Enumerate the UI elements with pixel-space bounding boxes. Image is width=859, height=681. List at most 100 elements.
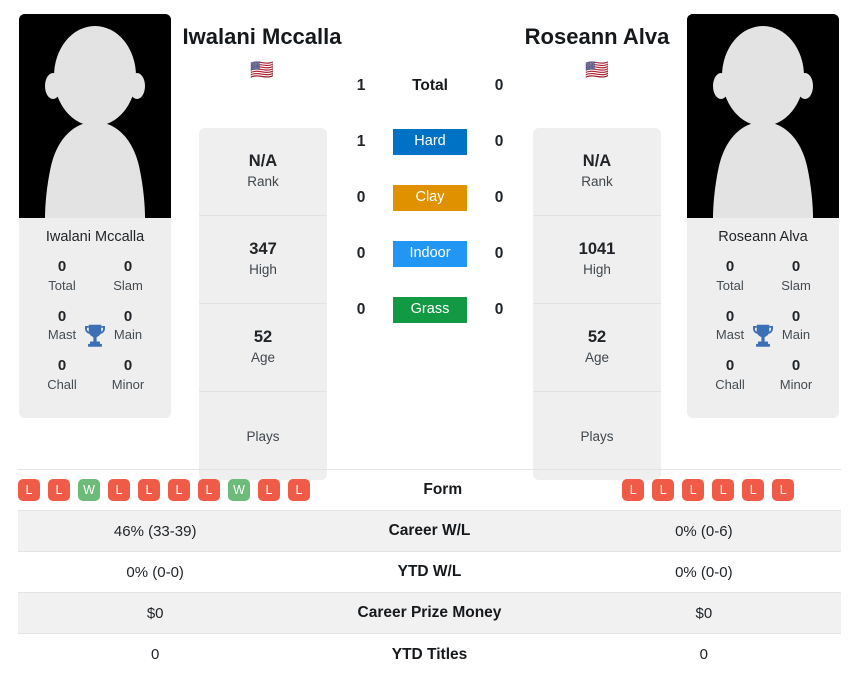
page-title-left: Iwalani Mccalla xyxy=(182,24,342,49)
comparison-header: Iwalani Mccalla 0 Total 0 Slam 0 Mast 0 … xyxy=(0,0,859,480)
comparison-table: LLWLLLLWLL Form LLLLLL 46% (33-39) Caree… xyxy=(18,469,841,675)
form-badge-loss[interactable]: L xyxy=(622,479,645,501)
title-stat: 0 Minor xyxy=(95,354,161,404)
surface-badge-hard[interactable]: Hard xyxy=(393,128,467,156)
trophy-icon xyxy=(748,321,778,351)
h2h-row-hard: 1 Hard 0 xyxy=(340,114,520,170)
stat-label: High xyxy=(249,262,277,278)
title-label: Minor xyxy=(111,377,145,393)
form-badge-loss[interactable]: L xyxy=(258,479,280,501)
row-left-value: 0% (0-0) xyxy=(126,563,184,581)
stat-item: 1041 High xyxy=(533,216,661,304)
table-row: 0 YTD Titles 0 xyxy=(18,634,841,675)
titles-grid-left: 0 Total 0 Slam 0 Mast 0 Main 0 Chall 0 M… xyxy=(19,255,171,418)
title-stat: 0 Chall xyxy=(697,354,763,404)
form-badge-loss[interactable]: L xyxy=(198,479,220,501)
avatar-left xyxy=(19,14,171,218)
surface-badge-indoor[interactable]: Indoor xyxy=(393,240,467,268)
stat-column-left: N/A Rank 347 High 52 Age Plays xyxy=(199,128,327,480)
stat-column-right: N/A Rank 1041 High 52 Age Plays xyxy=(533,128,661,480)
title-value: 0 xyxy=(123,357,133,375)
title-value: 0 xyxy=(725,357,735,375)
title-stat: 0 Total xyxy=(29,255,95,305)
stat-item: 52 Age xyxy=(199,304,327,392)
stat-item: 347 High xyxy=(199,216,327,304)
title-label: Total xyxy=(716,277,744,293)
h2h-right-count: 0 xyxy=(494,189,504,206)
surface-badge-grass[interactable]: Grass xyxy=(393,296,467,324)
player-card-name-right: Roseann Alva xyxy=(687,218,839,255)
table-row: $0 Career Prize Money $0 xyxy=(18,593,841,634)
trophy-icon xyxy=(80,321,110,351)
row-label: Career W/L xyxy=(388,522,471,539)
stat-label: Plays xyxy=(246,428,280,444)
avatar-right xyxy=(687,14,839,218)
h2h-center: Clay xyxy=(382,184,478,212)
h2h-right-count: 0 xyxy=(494,77,504,94)
row-left-value: $0 xyxy=(146,604,164,622)
form-badge-loss[interactable]: L xyxy=(138,479,160,501)
row-right-value: 0 xyxy=(699,646,708,663)
player-card-left[interactable]: Iwalani Mccalla 0 Total 0 Slam 0 Mast 0 … xyxy=(19,14,171,418)
title-value: 0 xyxy=(123,258,133,275)
flag-icon-right: 🇺🇸 xyxy=(585,60,609,81)
stat-label: Rank xyxy=(247,174,279,190)
surface-badge-clay[interactable]: Clay xyxy=(393,184,467,212)
form-badge-loss[interactable]: L xyxy=(772,479,795,501)
form-badges-left: LLWLLLLWLL xyxy=(18,473,310,507)
title-value: 0 xyxy=(57,258,67,275)
player-card-name-left: Iwalani Mccalla xyxy=(19,218,171,255)
stat-item: N/A Rank xyxy=(199,128,327,216)
stat-label: Rank xyxy=(581,174,613,190)
titles-grid-right: 0 Total 0 Slam 0 Mast 0 Main 0 Chall 0 M… xyxy=(687,255,839,418)
player-card-right[interactable]: Roseann Alva 0 Total 0 Slam 0 Mast 0 Mai… xyxy=(687,14,839,418)
title-label: Slam xyxy=(781,277,811,293)
row-right-value: 0% (0-0) xyxy=(675,563,733,581)
title-stat: 0 Total xyxy=(697,255,763,305)
title-label: Slam xyxy=(113,277,143,293)
stat-value: 52 xyxy=(253,327,273,346)
stat-label: Age xyxy=(584,350,610,366)
form-badges-right: LLLLLL xyxy=(576,473,842,507)
h2h-left-count: 0 xyxy=(356,301,366,318)
form-badge-loss[interactable]: L xyxy=(712,479,735,501)
flag-icon-left: 🇺🇸 xyxy=(250,60,274,81)
row-label: YTD Titles xyxy=(391,645,468,663)
player-comparison-page: Iwalani Mccalla 0 Total 0 Slam 0 Mast 0 … xyxy=(0,0,859,681)
h2h-right-count: 0 xyxy=(494,245,504,262)
title-label: Chall xyxy=(47,377,77,393)
stat-value: 52 xyxy=(587,327,607,346)
form-badge-loss[interactable]: L xyxy=(48,479,70,501)
title-value: 0 xyxy=(57,357,67,375)
h2h-center: Total xyxy=(382,77,478,95)
title-value: 0 xyxy=(791,357,801,375)
title-stat: 0 Minor xyxy=(763,354,829,404)
form-badge-loss[interactable]: L xyxy=(652,479,675,501)
form-badge-win[interactable]: W xyxy=(228,479,250,501)
title-stat: 0 Slam xyxy=(763,255,829,305)
h2h-row-indoor: 0 Indoor 0 xyxy=(340,226,520,282)
row-left-value: 0 xyxy=(150,646,160,663)
stat-label: Age xyxy=(250,350,276,366)
table-row: 0% (0-0) YTD W/L 0% (0-0) xyxy=(18,552,841,593)
form-badge-loss[interactable]: L xyxy=(288,479,310,501)
h2h-right-count: 0 xyxy=(494,133,504,150)
table-row-form: LLWLLLLWLL Form LLLLLL xyxy=(18,470,841,511)
form-badge-win[interactable]: W xyxy=(78,479,100,501)
h2h-row-grass: 0 Grass 0 xyxy=(340,282,520,338)
form-badge-loss[interactable]: L xyxy=(168,479,190,501)
form-badge-loss[interactable]: L xyxy=(18,479,40,501)
form-badge-loss[interactable]: L xyxy=(682,479,705,501)
row-label: Form xyxy=(423,481,463,498)
form-badge-loss[interactable]: L xyxy=(108,479,130,501)
title-label: Minor xyxy=(779,377,813,393)
form-badge-loss[interactable]: L xyxy=(742,479,765,501)
h2h-center: Grass xyxy=(382,296,478,324)
stat-item: 52 Age xyxy=(533,304,661,392)
title-value: 0 xyxy=(725,258,735,275)
stat-value: 347 xyxy=(249,239,277,258)
stat-item: Plays xyxy=(533,392,661,480)
h2h-left-count: 0 xyxy=(356,245,366,262)
row-label: Career Prize Money xyxy=(357,604,502,621)
table-row: 46% (33-39) Career W/L 0% (0-6) xyxy=(18,511,841,552)
